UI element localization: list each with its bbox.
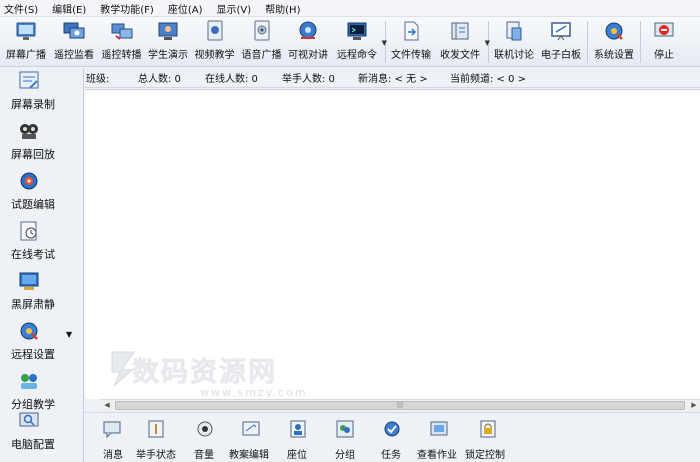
screen-broadcast-button[interactable]: 屏幕广播 xyxy=(2,17,50,65)
online-discussion-button[interactable]: 联机讨论 xyxy=(491,17,537,65)
video-teaching-icon xyxy=(204,20,226,42)
system-settings-icon xyxy=(603,20,625,42)
sidebar-item-screen-record[interactable]: 屏幕录制 xyxy=(0,68,84,118)
sidebar: 屏幕录制 屏幕回放 试题编辑 在线考试 黑屏肃静 远程设置 ▼ 分组教学 电脑配… xyxy=(0,68,84,462)
stop-button[interactable]: 停止 xyxy=(643,17,685,65)
group-teaching-icon xyxy=(18,370,40,392)
volume-icon xyxy=(195,419,215,439)
sidebar-item-black-screen[interactable]: 黑屏肃静 xyxy=(0,268,84,318)
lock-control-icon xyxy=(478,419,498,439)
menu-help[interactable]: 帮助(H) xyxy=(265,1,300,16)
seat-button[interactable]: 座位 xyxy=(285,413,311,462)
scroll-left-icon[interactable]: ◀ xyxy=(101,400,113,411)
sidebar-item-remote-settings[interactable]: 远程设置 xyxy=(0,318,84,368)
send-receive-files-icon xyxy=(449,20,471,42)
sidebar-dropdown-icon[interactable]: ▼ xyxy=(66,330,72,339)
whiteboard-icon xyxy=(550,20,572,42)
sidebar-item-online-exam[interactable]: 在线考试 xyxy=(0,218,84,268)
scroll-thumb[interactable]: ||| xyxy=(115,401,685,410)
total-count: 总人数: 0 xyxy=(138,74,181,85)
screen-record-icon xyxy=(18,70,40,92)
student-demo-icon xyxy=(157,20,179,42)
task-icon xyxy=(382,419,402,439)
remote-relay-icon xyxy=(111,20,133,42)
group-icon xyxy=(335,419,355,439)
view-homework-button[interactable]: 查看作业 xyxy=(417,413,463,462)
hands-count: 举手人数: 0 xyxy=(282,74,335,85)
message-icon xyxy=(102,419,122,439)
monitor-broadcast-icon xyxy=(15,20,37,42)
raise-hand-icon xyxy=(146,419,166,439)
voice-broadcast-button[interactable]: 语音广播 xyxy=(238,17,285,65)
task-button[interactable]: 任务 xyxy=(379,413,405,462)
class-label: 班级: xyxy=(86,74,110,85)
menu-edit[interactable]: 编辑(E) xyxy=(52,1,86,16)
remote-command-dropdown-icon[interactable]: ▼ xyxy=(382,39,387,47)
video-intercom-icon xyxy=(297,20,319,42)
message-button[interactable]: 消息 xyxy=(99,413,129,462)
lesson-plan-button[interactable]: 教案编辑 xyxy=(229,413,275,462)
raise-hand-button[interactable]: 举手状态 xyxy=(136,413,182,462)
video-intercom-button[interactable]: 可视对讲 xyxy=(285,17,331,65)
menu-bar: 文件(S) 编辑(E) 教学功能(F) 座位(A) 显示(V) 帮助(H) xyxy=(0,0,700,17)
lesson-plan-icon xyxy=(241,419,261,439)
online-count: 在线人数: 0 xyxy=(205,74,258,85)
remote-command-button[interactable]: 远程命令 ▼ xyxy=(331,17,387,65)
remote-settings-icon xyxy=(18,320,40,342)
lock-control-button[interactable]: 锁定控制 xyxy=(465,413,511,462)
whiteboard-button[interactable]: 电子白板 xyxy=(537,17,585,65)
volume-button[interactable]: 音量 xyxy=(192,413,218,462)
screen-playback-icon xyxy=(18,120,40,142)
online-discussion-icon xyxy=(503,20,525,42)
remote-monitor-button[interactable]: 遥控监看 xyxy=(50,17,98,65)
remote-monitor-icon xyxy=(63,20,85,42)
send-receive-dropdown-icon[interactable]: ▼ xyxy=(485,39,490,47)
menu-seat[interactable]: 座位(A) xyxy=(168,1,203,16)
menu-teaching[interactable]: 教学功能(F) xyxy=(100,1,154,16)
horizontal-scrollbar[interactable]: ◀ ||| ▶ xyxy=(101,399,700,411)
stop-icon xyxy=(653,20,675,42)
current-channel: 当前频道: < 0 > xyxy=(450,74,527,85)
student-view-area[interactable] xyxy=(85,89,700,399)
sidebar-item-computer-config[interactable]: 电脑配置 xyxy=(0,408,84,458)
online-exam-icon xyxy=(18,220,40,242)
toolbar-separator xyxy=(587,21,588,63)
file-transfer-button[interactable]: 文件传输 xyxy=(388,17,434,65)
student-demo-button[interactable]: 学生演示 xyxy=(145,17,191,65)
send-receive-files-button[interactable]: 收发文件 ▼ xyxy=(434,17,490,65)
sidebar-item-exam-edit[interactable]: 试题编辑 xyxy=(0,168,84,218)
group-button[interactable]: 分组 xyxy=(332,413,358,462)
toolbar-separator xyxy=(640,21,641,63)
file-transfer-icon xyxy=(400,20,422,42)
bottom-toolbar: 消息 举手状态 音量 教案编辑 座位 分组 任务 查看作业 锁定控制 xyxy=(85,412,700,462)
menu-file[interactable]: 文件(S) xyxy=(4,1,38,16)
remote-command-icon xyxy=(346,20,368,42)
scroll-right-icon[interactable]: ▶ xyxy=(688,400,700,411)
menu-view[interactable]: 显示(V) xyxy=(217,1,252,16)
exam-edit-icon xyxy=(18,170,40,192)
video-teaching-button[interactable]: 视频教学 xyxy=(191,17,238,65)
seat-icon xyxy=(288,419,308,439)
status-bar: 班级: 总人数: 0 在线人数: 0 举手人数: 0 新消息: < 无 > 当前… xyxy=(84,68,700,88)
new-message: 新消息: < 无 > xyxy=(358,74,428,85)
main-toolbar: 屏幕广播 遥控监看 遥控转播 学生演示 视频教学 语音广播 可视对讲 远程命令 … xyxy=(0,17,700,67)
voice-broadcast-icon xyxy=(251,20,273,42)
system-settings-button[interactable]: 系统设置 xyxy=(590,17,638,65)
sidebar-item-screen-playback[interactable]: 屏幕回放 xyxy=(0,118,84,168)
computer-config-icon xyxy=(18,410,40,432)
black-screen-icon xyxy=(18,270,40,292)
view-homework-icon xyxy=(429,419,449,439)
remote-relay-button[interactable]: 遥控转播 xyxy=(98,17,145,65)
